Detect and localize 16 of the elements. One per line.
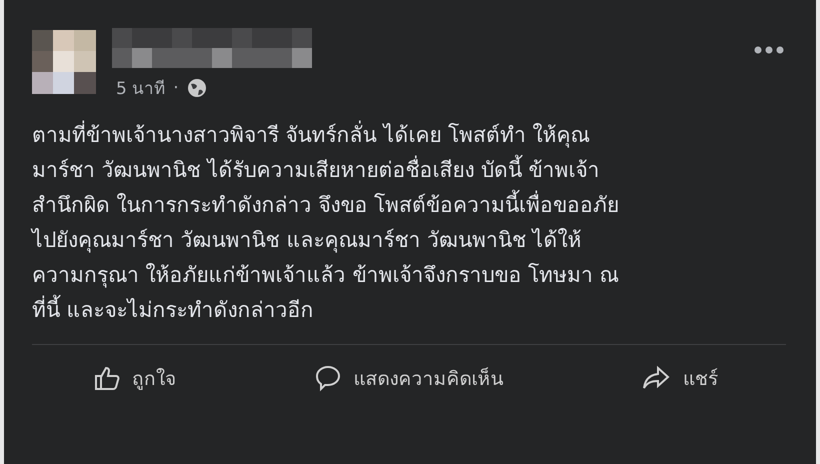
speech-bubble-icon bbox=[314, 364, 342, 392]
post-time: 5 นาที bbox=[116, 78, 166, 101]
post-text-line: ที่นี้ และจะไม่กระทำดังกล่าวอีก bbox=[32, 293, 786, 328]
globe-icon bbox=[186, 78, 207, 98]
separator-dot: · bbox=[173, 78, 179, 98]
post-text-line: สำนึกผิด ในการกระทำดังกล่าว จึงขอ โพสต์ข้อความนี้เพื่อขออภัย bbox=[32, 188, 786, 223]
post-text-line: ความกรุณา ให้อภัยแก่ข้าพเจ้าแล้ว ข้าพเจ้าจึงกราบขอ โทษมา ณ bbox=[32, 262, 620, 290]
share-button[interactable]: แชร์ bbox=[633, 359, 726, 397]
share-arrow-icon bbox=[641, 365, 671, 391]
post-text-line: มาร์ชา วัฒนพานิช ได้รับความเสียหายต่อชื่อเสียง บัดนี้ ข้าพเจ้า bbox=[32, 153, 786, 188]
thumbs-up-icon bbox=[94, 365, 120, 391]
like-button[interactable]: ถูกใจ bbox=[86, 359, 184, 397]
comment-button[interactable]: แสดงความคิดเห็น bbox=[306, 359, 512, 397]
more-options-icon[interactable] bbox=[752, 44, 786, 56]
post-text-line: ไปยังคุณมาร์ชา วัฒนพานิช และคุณมาร์ชา วัฒนพานิช ได้ให้ bbox=[32, 227, 583, 255]
post-text-line: ตามที่ข้าพเจ้านางสาวพิจารี จันทร์กลั่น ได้เคย โพสต์ทำ ให้คุณ bbox=[32, 118, 786, 153]
